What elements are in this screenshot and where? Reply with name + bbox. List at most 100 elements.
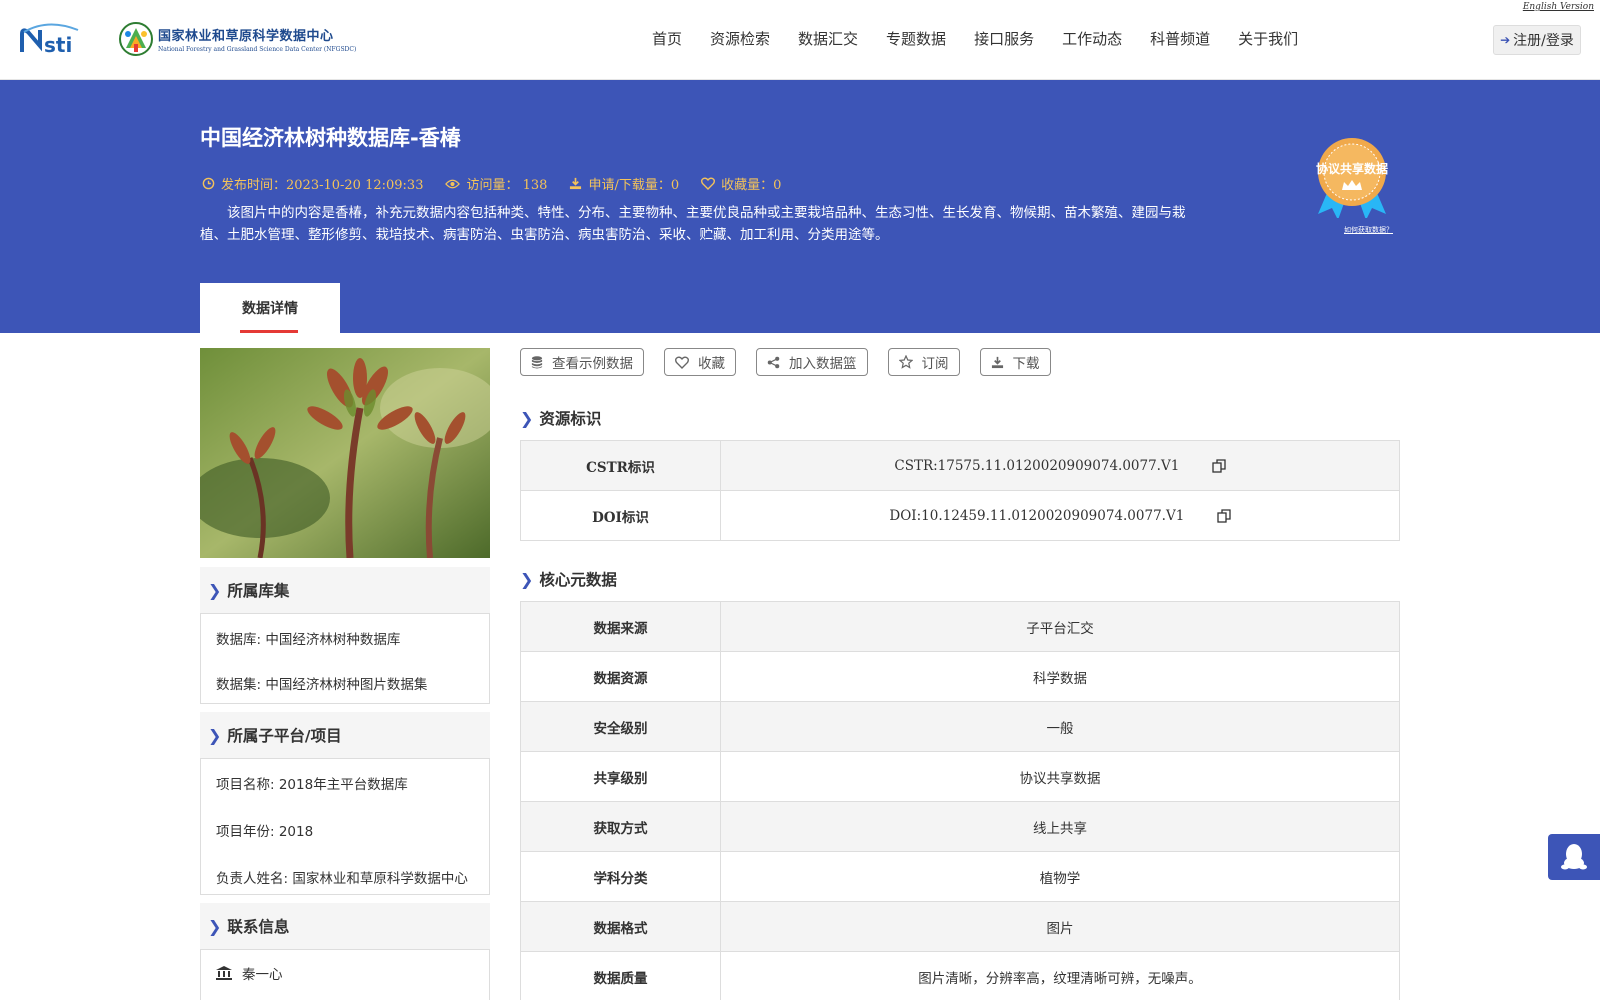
nav-home[interactable]: 首页 (652, 28, 682, 49)
add-to-basket-button[interactable]: 加入数据篮 (756, 348, 868, 376)
collection-section-title: 所属库集 (227, 582, 290, 600)
share-icon (767, 356, 780, 368)
meta-key: 数据格式 (520, 901, 721, 952)
center-name-cn: 国家林业和草原科学数据中心 (158, 29, 334, 44)
view-count: 访问量： 138 (445, 174, 547, 193)
meta-value: 科学数据 (720, 651, 1400, 702)
qq-chat-button[interactable] (1548, 834, 1600, 880)
center-name-en: National Forestry and Grassland Science … (158, 46, 357, 53)
cstr-value-cell: CSTR:17575.11.0120020909074.0077.V1 (720, 440, 1400, 491)
project-lead: 负责人姓名: 国家林业和草原科学数据中心 (216, 871, 468, 887)
nav-data-submission[interactable]: 数据汇交 (798, 28, 858, 49)
doi-value: DOI:10.12459.11.0120020909074.0077.V1 (889, 507, 1185, 524)
table-row: DOI标识 DOI:10.12459.11.0120020909074.0077… (520, 490, 1400, 541)
dataset-photo (200, 348, 490, 558)
dataset-link[interactable]: 数据集: 中国经济林树种图片数据集 (216, 673, 474, 693)
login-label: 注册/登录 (1513, 33, 1574, 49)
clock-icon (202, 177, 215, 190)
view-sample-data-button[interactable]: 查看示例数据 (520, 348, 644, 376)
download-label: 下载 (1012, 356, 1040, 372)
collection-box: 数据库: 中国经济林树种数据库 数据集: 中国经济林树种图片数据集 (200, 613, 490, 704)
favorite-count: 收藏量：0 (701, 174, 781, 193)
project-year: 项目年份: 2018 (216, 824, 314, 840)
main-nav: 首页 资源检索 数据汇交 专题数据 接口服务 工作动态 科普频道 关于我们 (652, 28, 1326, 49)
nav-resource-search[interactable]: 资源检索 (710, 28, 770, 49)
download-count: 申请/下载量：0 (569, 174, 679, 193)
publish-time: 发布时间：2023-10-20 12:09:33 (202, 174, 423, 193)
download-button[interactable]: 下载 (979, 348, 1051, 376)
core-metadata-section-header: ❯ 核心元数据 (520, 568, 617, 590)
nav-news[interactable]: 工作动态 (1062, 28, 1122, 49)
copy-icon[interactable] (1211, 459, 1226, 473)
download-icon (570, 177, 582, 190)
meta-key: 共享级别 (520, 751, 721, 802)
table-row: 数据来源 子平台汇交 (520, 601, 1400, 652)
cstr-key: CSTR标识 (520, 440, 721, 491)
contact-section-title: 联系信息 (227, 918, 290, 936)
add-to-basket-label: 加入数据篮 (789, 356, 857, 372)
identity-section-title: 资源标识 (539, 410, 602, 428)
table-row: 共享级别 协议共享数据 (520, 751, 1400, 802)
view-sample-data-label: 查看示例数据 (552, 356, 633, 372)
collection-section-header: ❯ 所属库集 (200, 567, 490, 613)
database-link[interactable]: 数据库: 中国经济林树种数据库 (216, 628, 474, 648)
dataset-description: 该图片中的内容是香椿，补充元数据内容包括种类、特性、分布、主要物种、主要优良品种… (200, 205, 1186, 243)
how-to-get-data-link[interactable]: 如何获取数据？ (1344, 225, 1393, 235)
nfgsdc-emblem-icon (119, 22, 153, 56)
english-version-link[interactable]: English Version (1523, 2, 1594, 12)
contact-section-header: ❯ 联系信息 (200, 903, 490, 949)
nav-about-us[interactable]: 关于我们 (1238, 28, 1298, 49)
subscribe-button[interactable]: 订阅 (887, 348, 960, 376)
project-name: 项目名称: 2018年主平台数据库 (216, 777, 408, 793)
favorite-label: 收藏 (698, 356, 725, 372)
nav-thematic-data[interactable]: 专题数据 (886, 28, 946, 49)
chevron-right-icon: ❯ (208, 580, 222, 600)
star-outline-icon (898, 355, 913, 369)
login-button[interactable]: ➔ 注册/登录 (1493, 25, 1581, 55)
meta-key: 数据质量 (520, 951, 721, 1000)
dataset-banner: 中国经济林树种数据库-香椿 发布时间：2023-10-20 12:09:33 访… (0, 80, 1600, 333)
chevron-right-icon: ❯ (208, 725, 222, 745)
tab-data-detail[interactable]: 数据详情 (200, 283, 340, 333)
contact-box: 秦一心 (200, 949, 490, 1000)
heart-outline-icon (675, 356, 689, 369)
view-count-text: 访问量： 138 (466, 178, 548, 193)
dataset-title: 中国经济林树种数据库-香椿 (200, 126, 461, 150)
institution-icon (216, 966, 232, 980)
badge-label: 协议共享数据 (1315, 162, 1388, 176)
nav-science-channel[interactable]: 科普频道 (1150, 28, 1210, 49)
contact-name: 秦一心 (242, 967, 283, 983)
meta-value: 一般 (720, 701, 1400, 752)
core-metadata-section-title: 核心元数据 (539, 571, 617, 589)
meta-key: 数据资源 (520, 651, 721, 702)
table-row: 学科分类 植物学 (520, 851, 1400, 902)
nav-api-service[interactable]: 接口服务 (974, 28, 1034, 49)
table-row: 数据格式 图片 (520, 901, 1400, 952)
favorite-button[interactable]: 收藏 (664, 348, 736, 376)
favorite-count-text: 收藏量：0 (721, 178, 782, 193)
nsti-logo[interactable]: sti (18, 22, 98, 56)
meta-value: 植物学 (720, 851, 1400, 902)
heart-icon (701, 177, 716, 190)
subscribe-label: 订阅 (921, 356, 949, 372)
chevron-right-icon: ❯ (208, 916, 222, 936)
publish-time-text: 发布时间：2023-10-20 12:09:33 (221, 178, 424, 193)
chevron-right-icon: ❯ (520, 569, 534, 589)
meta-value: 图片清晰，分辨率高，纹理清晰可辨，无噪声。 (720, 951, 1400, 1000)
table-row: 安全级别 一般 (520, 701, 1400, 752)
svg-text:sti: sti (44, 33, 72, 56)
meta-key: 数据来源 (520, 601, 721, 652)
meta-value: 线上共享 (720, 801, 1400, 852)
identity-section-header: ❯ 资源标识 (520, 407, 601, 429)
download-icon (991, 356, 1003, 368)
copy-icon[interactable] (1216, 509, 1231, 523)
cstr-value: CSTR:17575.11.0120020909074.0077.V1 (894, 457, 1180, 474)
meta-key: 安全级别 (520, 701, 721, 752)
doi-value-cell: DOI:10.12459.11.0120020909074.0077.V1 (720, 490, 1400, 541)
dataset-meta: 发布时间：2023-10-20 12:09:33 访问量： 138 申请/下载量… (202, 174, 803, 193)
nfgsdc-logo[interactable]: 国家林业和草原科学数据中心 National Forestry and Gras… (118, 20, 356, 58)
project-section-title: 所属子平台/项目 (227, 727, 342, 745)
meta-value: 图片 (720, 901, 1400, 952)
download-count-text: 申请/下载量：0 (588, 178, 680, 193)
chevron-right-icon: ❯ (520, 408, 534, 428)
